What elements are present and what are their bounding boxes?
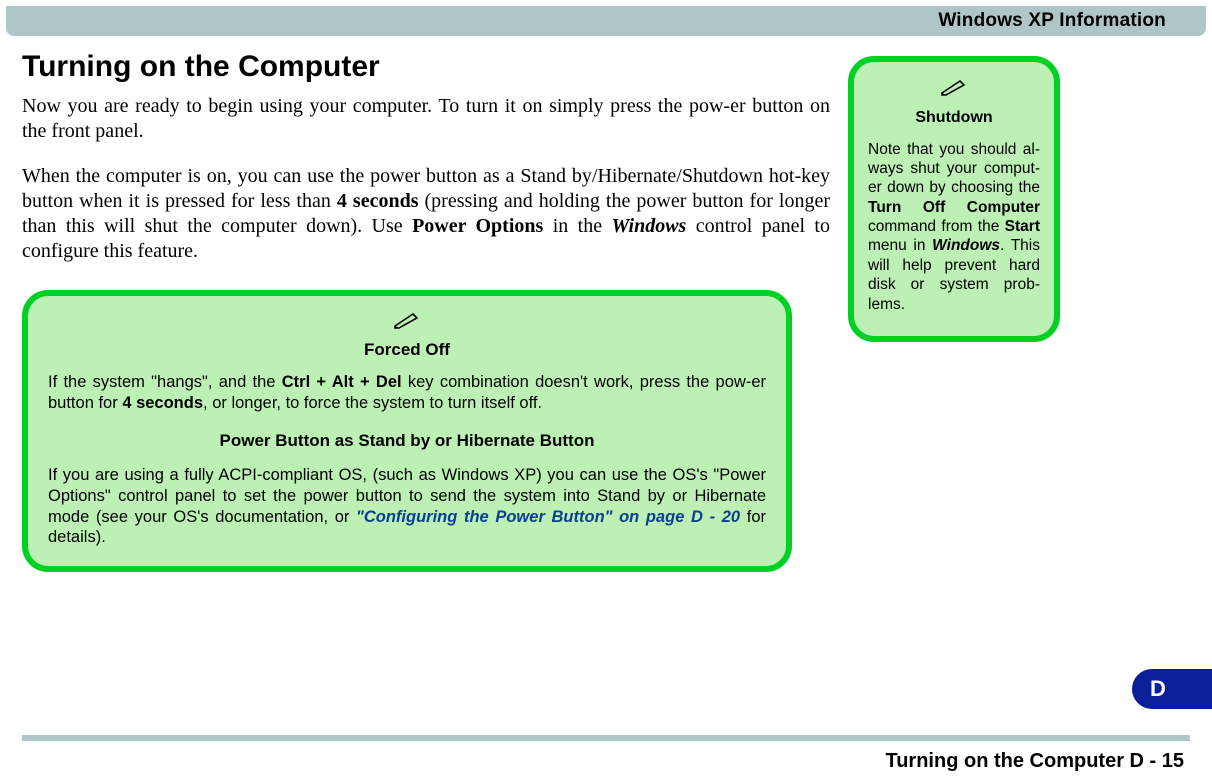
main-column: Turning on the Computer Now you are read…: [22, 50, 830, 572]
callout-paragraph: If the system "hangs", and the Ctrl + Al…: [48, 372, 766, 413]
pencil-icon: [48, 310, 766, 336]
bold-text: Turn Off Computer: [868, 199, 1040, 216]
header-bar: Windows XP Information: [6, 6, 1206, 36]
callout-subtitle: Power Button as Stand by or Hibernate Bu…: [48, 431, 766, 451]
callout-title: Shutdown: [868, 108, 1040, 128]
bold-text: Ctrl + Alt + Del: [282, 373, 402, 391]
intro-paragraph-2: When the computer is on, you can use the…: [22, 164, 830, 264]
text: menu in: [868, 237, 932, 254]
text: er down by choosing the: [868, 179, 1040, 196]
header-title: Windows XP Information: [938, 10, 1166, 32]
callout-paragraph: Note that you should al-ways shut your c…: [868, 140, 1040, 314]
text: in the: [543, 215, 611, 237]
pencil-icon: [868, 76, 1040, 104]
footer-text: Turning on the Computer D - 15: [885, 750, 1184, 773]
callout-paragraph: If you are using a fully ACPI-compliant …: [48, 465, 766, 548]
text: Now you are ready to begin using your co…: [22, 95, 723, 117]
text: ways shut your comput: [868, 160, 1035, 177]
page-heading: Turning on the Computer: [22, 50, 830, 84]
footer-rule: [22, 735, 1190, 741]
bold-text: Start: [1005, 218, 1040, 235]
bolditalic-text: Windows: [932, 237, 1000, 254]
intro-paragraph-1: Now you are ready to begin using your co…: [22, 94, 830, 144]
cross-reference-link[interactable]: "Configuring the Power Button" on page D…: [356, 508, 740, 526]
callout-forced-off: Forced Off If the system "hangs", and th…: [22, 290, 792, 572]
appendix-tab-label: D: [1150, 676, 1166, 702]
callout-shutdown: Shutdown Note that you should al-ways sh…: [848, 56, 1060, 342]
text: , or longer, to force the system to turn…: [203, 394, 542, 412]
text: key combination doesn't work, press the …: [402, 373, 746, 391]
side-column: Shutdown Note that you should al-ways sh…: [848, 56, 1060, 572]
appendix-tab: D: [1132, 669, 1212, 709]
bold-text: Power Options: [412, 215, 543, 237]
bolditalic-text: Windows: [611, 215, 686, 237]
callout-title: Forced Off: [48, 340, 766, 360]
content-area: Turning on the Computer Now you are read…: [0, 36, 1212, 572]
text: lems.: [868, 296, 905, 313]
text: Note that you should al: [868, 141, 1035, 158]
text: command from the: [868, 218, 1005, 235]
bold-text: 4 seconds: [337, 190, 419, 212]
text: If the system "hangs", and the: [48, 373, 282, 391]
bold-text: 4 seconds: [122, 394, 203, 412]
